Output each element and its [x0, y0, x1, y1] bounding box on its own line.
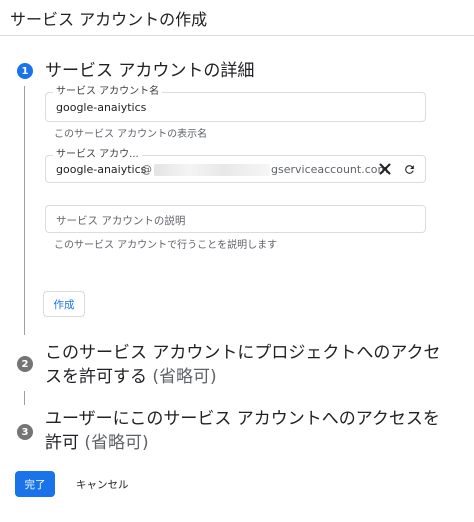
service-account-name-value: google-anaiytics	[56, 101, 147, 114]
service-account-id-value: google-anaiytics	[56, 163, 147, 176]
step-3-title-line2: 許可	[45, 433, 79, 453]
step-2-title-line2: スを許可する	[45, 367, 147, 387]
service-account-name-field[interactable]: サービス アカウント名 google-anaiytics	[45, 86, 426, 122]
service-account-name-label: サービス アカウント名	[53, 86, 163, 98]
page-title: サービス アカウントの作成	[10, 10, 208, 29]
step-3-optional: (省略可)	[84, 433, 149, 453]
service-account-domain: gserviceaccount.com	[271, 163, 389, 176]
service-account-description-field[interactable]: サービス アカウントの説明	[45, 205, 426, 233]
step-3-title[interactable]: ユーザーにこのサービス アカウントへのアクセスを 許可 (省略可)	[45, 407, 440, 455]
step-3-title-line1: ユーザーにこのサービス アカウントへのアクセスを	[45, 409, 440, 429]
service-account-id-at: @	[141, 163, 152, 176]
service-account-name-hint: このサービス アカウントの表示名	[54, 129, 208, 140]
step-3-indicator: 3	[17, 424, 33, 440]
step-1-title[interactable]: サービス アカウントの詳細	[45, 59, 254, 83]
top-bar: サービス アカウントの作成	[0, 0, 474, 36]
step-2-optional: (省略可)	[152, 367, 217, 387]
create-button[interactable]: 作成	[43, 291, 85, 317]
step-1-connector	[24, 86, 25, 335]
service-account-id-field[interactable]: サービス アカウ... google-anaiytics @ gservicea…	[45, 149, 426, 183]
service-account-description-hint: このサービス アカウントで行うことを説明します	[54, 240, 278, 251]
step-1-indicator: 1	[17, 63, 33, 79]
refresh-icon[interactable]	[400, 160, 418, 178]
done-button[interactable]: 完了	[15, 471, 55, 497]
step-2-indicator: 2	[17, 356, 33, 372]
close-icon[interactable]	[376, 160, 394, 178]
service-account-description-placeholder: サービス アカウントの説明	[56, 215, 186, 227]
step-2-title-line1: このサービス アカウントにプロジェクトへのアクセ	[45, 343, 441, 363]
service-account-id-label: サービス アカウ...	[53, 149, 142, 161]
step-2-title[interactable]: このサービス アカウントにプロジェクトへのアクセ スを許可する (省略可)	[45, 341, 441, 389]
step-2-connector	[24, 391, 25, 405]
cancel-button[interactable]: キャンセル	[72, 471, 133, 497]
redacted-project-id	[154, 164, 270, 176]
